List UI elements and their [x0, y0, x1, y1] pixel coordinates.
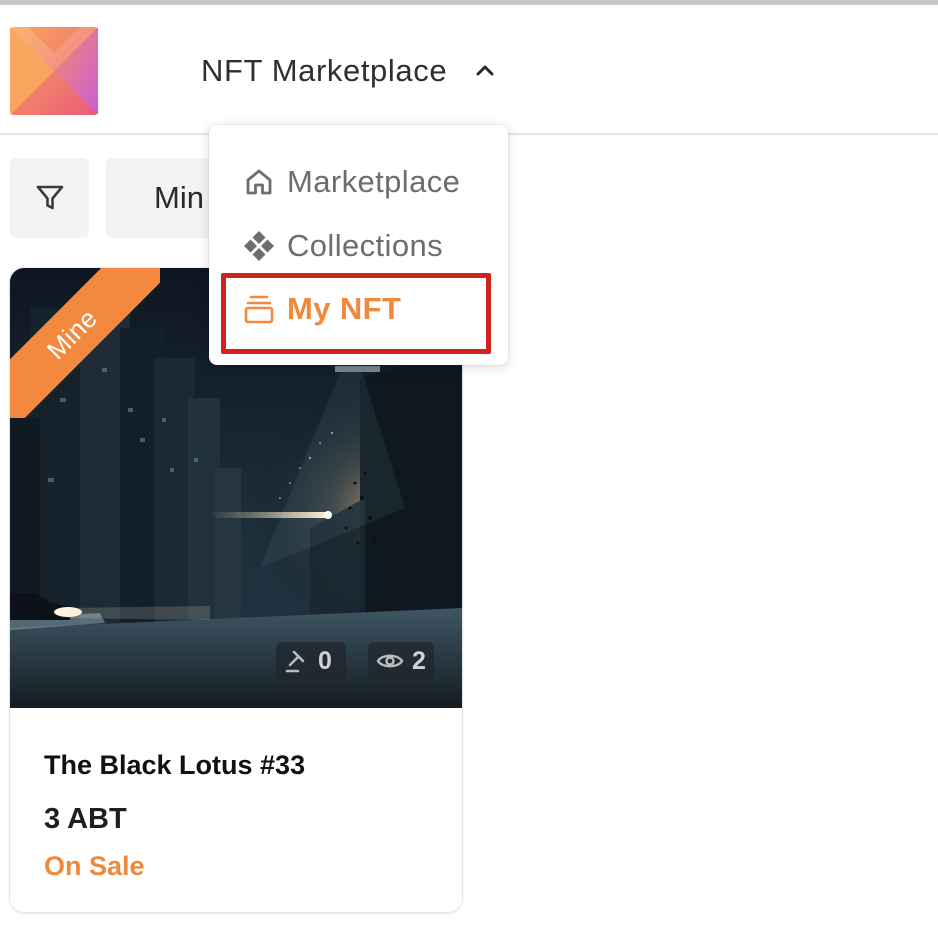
nft-title[interactable]: The Black Lotus #33 [44, 750, 305, 781]
home-icon [246, 169, 272, 195]
eye-icon [376, 654, 404, 668]
app-logo[interactable] [10, 27, 98, 115]
app-switch-dropdown[interactable]: NFT Marketplace [201, 49, 497, 93]
nft-price: 3 ABT [44, 803, 127, 835]
top-header: NFT Marketplace [0, 5, 938, 135]
highlight-annotation-box [221, 273, 491, 354]
views-count: 2 [412, 646, 426, 675]
menu-item-marketplace[interactable]: Marketplace [243, 158, 460, 206]
owner-ribbon: Mine [10, 268, 160, 418]
diamond-grid-icon [244, 231, 274, 261]
menu-item-label: Collections [287, 228, 444, 263]
menu-item-collections[interactable]: Collections [243, 222, 443, 270]
chevron-up-icon [476, 65, 494, 76]
bids-count-badge: 0 [276, 642, 346, 680]
gavel-icon [285, 650, 305, 673]
menu-item-label: Marketplace [287, 164, 461, 199]
ribbon-label: Mine [40, 302, 103, 365]
app-switch-label: NFT Marketplace [201, 53, 448, 88]
nft-status: On Sale [44, 851, 145, 881]
filter-icon [36, 185, 63, 210]
filter-button[interactable] [10, 158, 89, 238]
app-switch-menu: Marketplace Collections My NFT [209, 125, 508, 365]
bids-count: 0 [318, 646, 332, 675]
views-count-badge: 2 [368, 642, 434, 680]
sort-select-value: Min [154, 180, 204, 215]
